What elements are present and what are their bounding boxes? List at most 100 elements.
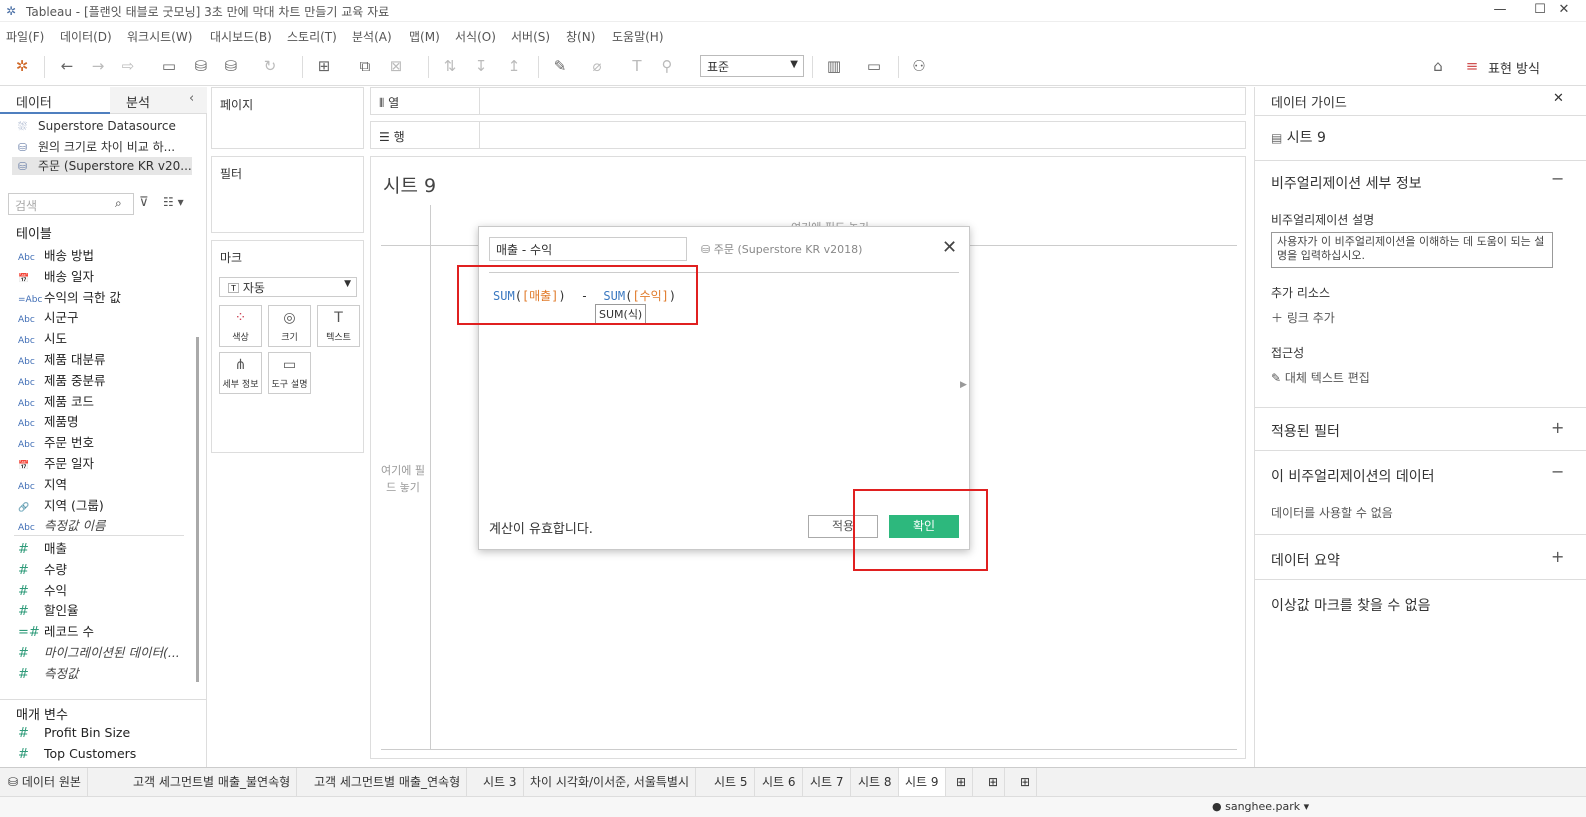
show-me-label[interactable]: 표현 방식 <box>1488 58 1540 77</box>
minimize-button[interactable]: — <box>1480 2 1520 20</box>
sheet-tab[interactable]: 고객 세그먼트별 매출_불연속형 <box>127 768 298 796</box>
menu-window[interactable]: 창(N) <box>566 28 595 45</box>
format-painter-icon[interactable]: ⌂ <box>1428 56 1448 76</box>
dimension-field[interactable]: Abc 시도 <box>0 328 190 348</box>
user-menu[interactable]: ● sanghee.park ▾ <box>1212 800 1309 813</box>
menu-analysis[interactable]: 분석(A) <box>352 28 392 45</box>
measure-field[interactable]: # 마이그레이션된 데이터(... <box>0 642 190 662</box>
viz-data-header[interactable]: 이 비주얼리제이션의 데이터 <box>1271 466 1434 486</box>
viz-details-header[interactable]: 비주얼리제이션 세부 정보 <box>1271 173 1422 193</box>
label-button[interactable]: T 텍스트 <box>317 305 360 347</box>
sheet-tab[interactable]: 시트 3 <box>477 768 524 796</box>
pin-icon[interactable]: ⚲ <box>657 56 677 76</box>
scrollbar[interactable] <box>196 337 199 682</box>
dimension-field[interactable]: Abc 제품 코드 <box>0 391 190 411</box>
color-button[interactable]: ⁘ 색상 <box>219 305 262 347</box>
sheet-title[interactable]: 시트 9 <box>383 171 436 198</box>
presentation-icon[interactable]: ▭ <box>864 56 884 76</box>
menu-server[interactable]: 서버(S) <box>511 28 550 45</box>
new-story-icon[interactable]: ⊞ <box>1014 768 1038 796</box>
datasource-item-selected[interactable]: ⛁ 주문 (Superstore KR v20... <box>12 157 192 175</box>
rows-shelf[interactable]: ☰ 행 <box>370 121 1246 149</box>
sheet-tab[interactable]: 시트 7 <box>804 768 851 796</box>
measure-field[interactable]: =# 레코드 수 <box>0 621 190 641</box>
applied-filters-header[interactable]: 적용된 필터 <box>1271 421 1340 441</box>
calc-name-input[interactable]: 매출 - 수익 <box>489 237 687 261</box>
dimension-field[interactable]: 🔗 지역 (그룹) <box>0 495 190 515</box>
replay-icon[interactable]: ⇨ <box>118 56 138 76</box>
dimension-field[interactable]: 📅 주문 일자 <box>0 453 190 473</box>
refresh-icon[interactable]: ↻ <box>260 56 280 76</box>
menu-worksheet[interactable]: 워크시트(W) <box>127 28 192 45</box>
collapse-icon[interactable]: − <box>1551 462 1564 481</box>
sheet-tab-active[interactable]: 시트 9 <box>899 768 946 796</box>
sort-desc-icon[interactable]: ↥ <box>504 56 524 76</box>
sheet-tab[interactable]: 시트 5 <box>708 768 755 796</box>
collapse-pane-icon[interactable]: ‹ <box>189 91 194 106</box>
share-icon[interactable]: ⚇ <box>909 56 929 76</box>
detail-button[interactable]: ⋔ 세부 정보 <box>219 352 262 394</box>
pages-shelf[interactable]: 페이지 <box>211 87 364 149</box>
new-dashboard-icon[interactable]: ⊞ <box>982 768 1006 796</box>
tab-data[interactable]: 데이터 <box>0 87 110 114</box>
duplicate-sheet-icon[interactable]: ⧉ <box>355 56 375 76</box>
measure-field[interactable]: # Top Customers <box>0 746 190 766</box>
dimension-field[interactable]: Abc 측정값 이름 <box>0 515 190 535</box>
dimension-field[interactable]: =Abc 수익의 극한 값 <box>0 287 190 307</box>
mark-type-select[interactable]: 🅃 자동 ▼ <box>219 277 357 297</box>
sheet-tab[interactable]: 고객 세그먼트별 매출_연속형 <box>308 768 468 796</box>
data-summary-header[interactable]: 데이터 요약 <box>1271 550 1340 570</box>
new-sheet-icon[interactable]: ⊞ <box>314 56 334 76</box>
measure-field[interactable]: # 측정값 <box>0 663 190 683</box>
sheet-tab[interactable]: 시트 6 <box>756 768 803 796</box>
close-icon[interactable]: ✕ <box>942 237 957 258</box>
filters-shelf[interactable]: 필터 <box>211 156 364 233</box>
menu-data[interactable]: 데이터(D) <box>60 28 112 45</box>
measure-field[interactable]: # Profit Bin Size <box>0 725 190 745</box>
save-icon[interactable]: ▭ <box>159 56 179 76</box>
collapse-icon[interactable]: − <box>1551 169 1564 188</box>
redo-icon[interactable]: → <box>88 56 108 76</box>
menu-dashboard[interactable]: 대시보드(B) <box>210 28 272 45</box>
close-icon[interactable]: ✕ <box>1553 91 1564 106</box>
sheet-tab[interactable]: 차이 시각화/이서준, 서울특별시 <box>524 768 697 796</box>
sheet-tab[interactable]: 시트 8 <box>852 768 899 796</box>
dimension-field[interactable]: Abc 제품 중분류 <box>0 370 190 390</box>
menu-format[interactable]: 서식(O) <box>455 28 496 45</box>
highlight-icon[interactable]: ✎ <box>550 56 570 76</box>
tableau-home-icon[interactable]: ✲ <box>12 56 32 76</box>
menu-story[interactable]: 스토리(T) <box>287 28 337 45</box>
dimension-field[interactable]: Abc 주문 번호 <box>0 432 190 452</box>
edit-alt-text-button[interactable]: ✎ 대체 텍스트 편집 <box>1271 369 1370 386</box>
menu-help[interactable]: 도움말(H) <box>612 28 664 45</box>
measure-field[interactable]: # 수익 <box>0 580 190 600</box>
dimension-field[interactable]: Abc 제품 대분류 <box>0 349 190 369</box>
expand-icon[interactable]: + <box>1551 418 1564 437</box>
dimension-field[interactable]: Abc 시군구 <box>0 307 190 327</box>
columns-shelf[interactable]: ⦀ 열 <box>370 87 1246 115</box>
show-me-icon[interactable]: ≡ <box>1462 56 1482 76</box>
size-button[interactable]: ◎ 크기 <box>268 305 311 347</box>
show-cards-icon[interactable]: ▥ <box>824 56 844 76</box>
labels-icon[interactable]: T <box>627 56 647 76</box>
menu-file[interactable]: 파일(F) <box>6 28 44 45</box>
dimension-field[interactable]: Abc 배송 방법 <box>0 245 190 265</box>
fit-select[interactable]: 표준 ▼ <box>700 55 804 77</box>
dimension-field[interactable]: 📅 배송 일자 <box>0 266 190 286</box>
filter-icon[interactable]: ⊽ <box>139 195 149 210</box>
close-window-button[interactable]: ✕ <box>1544 2 1584 20</box>
group-icon[interactable]: ⌀ <box>587 56 607 76</box>
measure-field[interactable]: # 매출 <box>0 538 190 558</box>
tab-datasource[interactable]: ⛁ 데이터 원본 <box>0 768 88 796</box>
measure-field[interactable]: # 할인율 <box>0 600 190 620</box>
tooltip-button[interactable]: ▭ 도구 설명 <box>268 352 311 394</box>
new-datasource-icon[interactable]: ⛁ <box>191 56 211 76</box>
drop-rows-zone[interactable]: 여기에 필드 놓기 <box>381 462 425 496</box>
undo-icon[interactable]: ← <box>57 56 77 76</box>
viz-desc-input[interactable]: 사용자가 이 비주얼리제이션을 이해하는 데 도움이 되는 설명을 입력하십시오… <box>1271 232 1553 268</box>
sort-asc-icon[interactable]: ↧ <box>471 56 491 76</box>
datasource-item[interactable]: ⛆ Superstore Datasource <box>18 119 198 137</box>
measure-field[interactable]: # 수량 <box>0 559 190 579</box>
new-worksheet-icon[interactable]: ⊞ <box>950 768 974 796</box>
dimension-field[interactable]: Abc 제품명 <box>0 411 190 431</box>
